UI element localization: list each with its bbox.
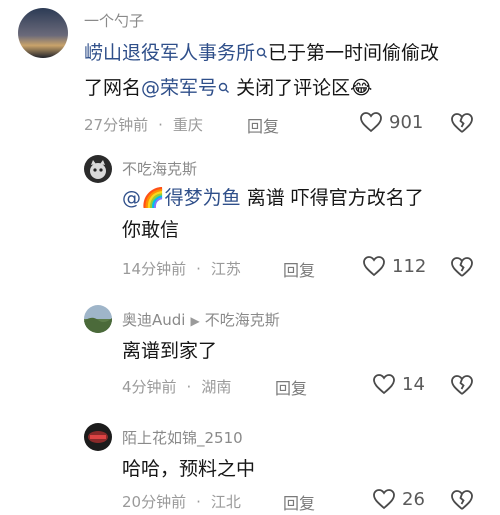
comment-location: 江北: [210, 493, 241, 511]
reply-arrow-icon: ▶: [190, 314, 200, 328]
comment-username[interactable]: 一个勺子: [84, 10, 144, 31]
comment-username[interactable]: 陌上花如锦_2510: [122, 427, 243, 448]
comment-text-line: 哈哈，预料之中: [122, 458, 256, 480]
like-button[interactable]: 901: [359, 111, 423, 133]
broken-heart-icon: [451, 113, 473, 133]
mention-link[interactable]: 得梦为鱼: [165, 187, 241, 209]
comment-text-line: @🌈得梦为鱼 离谱 吓得官方改名了: [122, 183, 424, 214]
comment-text-line: 崂山退役军人事务所 已于第一时间偷偷改: [84, 38, 439, 69]
dislike-button[interactable]: [450, 489, 474, 515]
reply-to-username[interactable]: 不吃海克斯: [205, 311, 280, 329]
broken-heart-icon: [451, 490, 473, 510]
username-link[interactable]: 奥迪Audi: [122, 311, 185, 329]
separator-dot: ·: [196, 260, 201, 278]
separator-dot: ·: [186, 378, 192, 396]
comment-location: 重庆: [172, 116, 203, 134]
like-count: 14: [402, 373, 425, 395]
reply-button[interactable]: 回复: [275, 375, 307, 399]
comment-meta: 4分钟前 · 湖南: [122, 376, 231, 397]
comment-meta: 20分钟前 · 江北: [122, 491, 241, 512]
separator-dot: ·: [158, 116, 163, 134]
dislike-button[interactable]: [450, 256, 474, 282]
broken-heart-icon: [451, 257, 473, 277]
avatar-image: [18, 8, 68, 58]
dislike-button[interactable]: [450, 374, 474, 400]
rainbow-emoji: 🌈: [141, 187, 165, 209]
avatar-image: [84, 155, 112, 183]
comment-text: 离谱 吓得官方改名了: [240, 187, 424, 209]
dislike-button[interactable]: [450, 112, 474, 138]
heart-icon: [360, 112, 382, 133]
mention-link[interactable]: @荣军号: [141, 77, 217, 99]
avatar[interactable]: [84, 305, 112, 333]
heart-icon: [363, 256, 385, 277]
reply-button[interactable]: 回复: [247, 113, 279, 137]
avatar-image: [84, 423, 112, 451]
separator-dot: ·: [196, 493, 201, 511]
search-icon[interactable]: [218, 73, 230, 104]
heart-icon: [373, 374, 395, 395]
comment-time: 27分钟前: [84, 116, 149, 134]
like-button[interactable]: 14: [372, 373, 425, 395]
avatar-image: [84, 305, 112, 333]
comment-text-line: 你敢信: [122, 219, 180, 241]
mention-link[interactable]: 崂山退役军人事务所: [84, 42, 255, 64]
avatar[interactable]: [18, 8, 68, 58]
comment-text-line: 了网名@荣军号 关闭了评论区😂: [84, 73, 372, 104]
mention-at[interactable]: @: [122, 187, 141, 209]
avatar[interactable]: [84, 155, 112, 183]
like-count: 901: [389, 111, 424, 133]
search-icon[interactable]: [256, 38, 268, 69]
comment-text-line: 离谱到家了: [122, 340, 218, 362]
comment-meta: 14分钟前 · 江苏: [122, 258, 241, 279]
avatar[interactable]: [84, 423, 112, 451]
comment-text: 已于第一时间偷偷改: [268, 42, 440, 64]
comment-time: 20分钟前: [122, 493, 187, 511]
comment-meta: 27分钟前 · 重庆: [84, 114, 203, 135]
like-count: 112: [392, 255, 427, 277]
comment-time: 14分钟前: [122, 260, 187, 278]
comment-username[interactable]: 不吃海克斯: [122, 158, 197, 179]
like-count: 26: [402, 488, 425, 510]
reply-button[interactable]: 回复: [283, 257, 315, 281]
like-button[interactable]: 26: [372, 488, 425, 510]
comment-location: 湖南: [201, 378, 232, 396]
heart-icon: [373, 489, 395, 510]
like-button[interactable]: 112: [362, 255, 426, 277]
comment-location: 江苏: [210, 260, 241, 278]
comment-text: 了网名: [84, 77, 142, 99]
laugh-emoji: 😂: [350, 77, 373, 99]
comment-username: 奥迪Audi ▶ 不吃海克斯: [122, 309, 280, 330]
broken-heart-icon: [451, 375, 473, 395]
reply-button[interactable]: 回复: [283, 490, 315, 514]
comment-text: 关闭了评论区: [230, 77, 351, 99]
comment-time: 4分钟前: [122, 378, 177, 396]
